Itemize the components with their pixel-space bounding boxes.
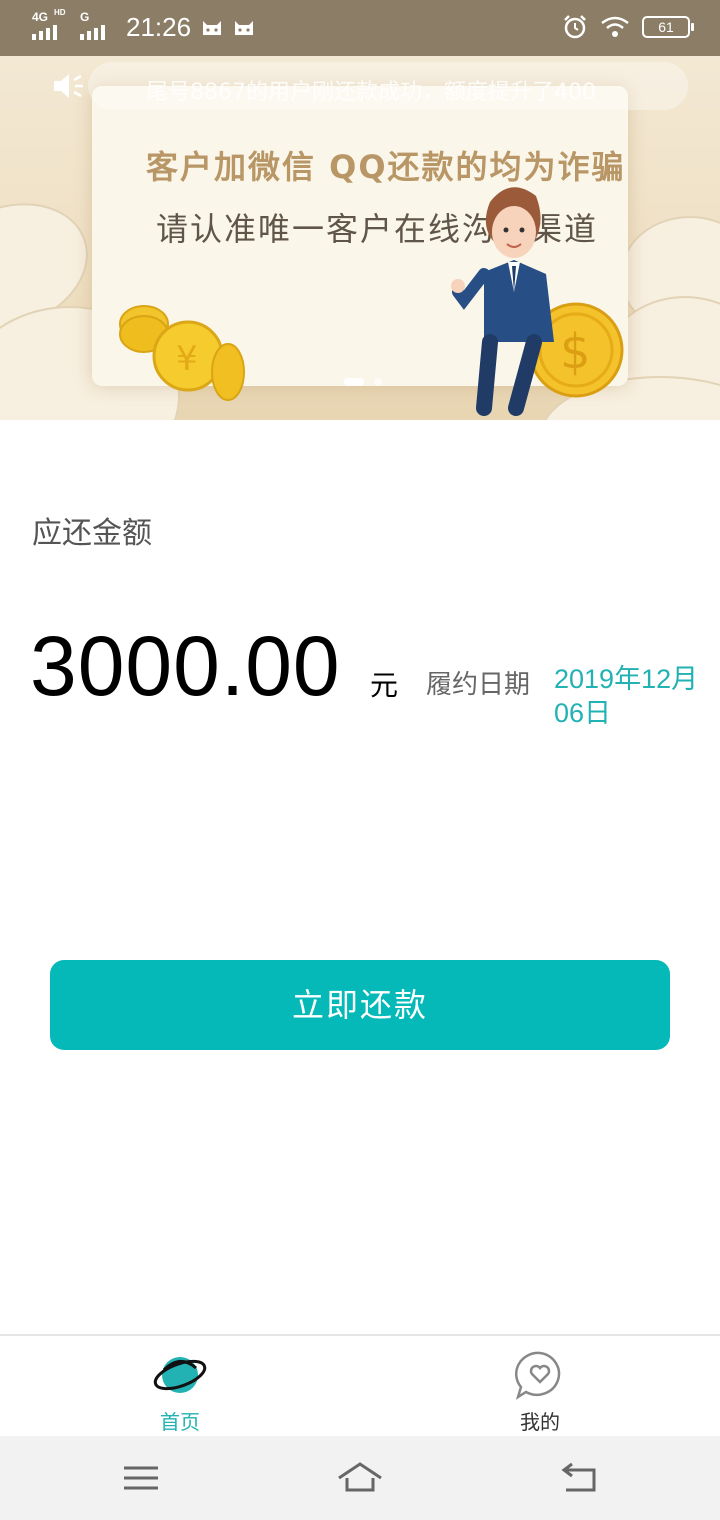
carousel-dots[interactable] <box>344 378 382 386</box>
planet-icon <box>153 1357 207 1393</box>
clock-time: 21:26 <box>126 12 192 42</box>
signal-2-icon: G <box>80 10 110 40</box>
carousel-dot-active[interactable] <box>344 378 364 386</box>
network-type-label: 4G <box>32 9 49 24</box>
cat-notification-icon <box>203 20 222 35</box>
wifi-icon <box>601 16 629 37</box>
amount-due-label: 应还金额 <box>32 516 152 551</box>
bottom-tab-bar: 首页 我的 <box>0 1334 720 1436</box>
heart-chat-icon <box>514 1351 561 1400</box>
home-icon[interactable] <box>335 1454 385 1502</box>
due-date-value: 2019年12月06日 <box>554 664 699 728</box>
svg-text:¥: ¥ <box>176 339 198 379</box>
promo-banner[interactable]: 尾号8867的用户刚还款成功，额度提升了400 客户加微信 QQ还款的均为诈骗 … <box>0 56 720 420</box>
signal-1-icon: 4G HD <box>32 8 66 40</box>
gold-coins-icon: ¥ <box>119 305 245 401</box>
status-left: 4G HD G 21:26 <box>32 8 255 43</box>
back-icon[interactable] <box>554 1454 604 1502</box>
menu-icon[interactable] <box>116 1454 166 1502</box>
tab-home[interactable]: 首页 <box>120 1350 240 1435</box>
system-nav-bar <box>0 1436 720 1520</box>
tab-mine[interactable]: 我的 <box>480 1350 600 1435</box>
amount-unit: 元 <box>370 669 399 702</box>
alarm-icon <box>564 15 586 39</box>
due-date-label: 履约日期 <box>426 670 531 700</box>
status-right: 61 <box>562 14 694 40</box>
customer-service-figure <box>451 187 554 416</box>
carousel-dot[interactable] <box>374 378 382 386</box>
battery-icon: 61 <box>642 16 694 38</box>
speaker-icon <box>54 74 83 98</box>
tab-home-label: 首页 <box>160 1410 200 1434</box>
repay-now-button[interactable]: 立即还款 <box>50 960 670 1050</box>
status-bar: 4G HD G 21:26 61 <box>0 0 720 56</box>
amount-due-value: 3000.00 <box>30 619 341 713</box>
tab-mine-label: 我的 <box>520 1410 560 1434</box>
notice-text: 尾号8867的用户刚还款成功，额度提升了400 <box>146 80 596 105</box>
network-type-label-2: G <box>80 9 90 24</box>
network-hd-label: HD <box>54 7 66 17</box>
cat-notification-icon <box>235 20 254 35</box>
